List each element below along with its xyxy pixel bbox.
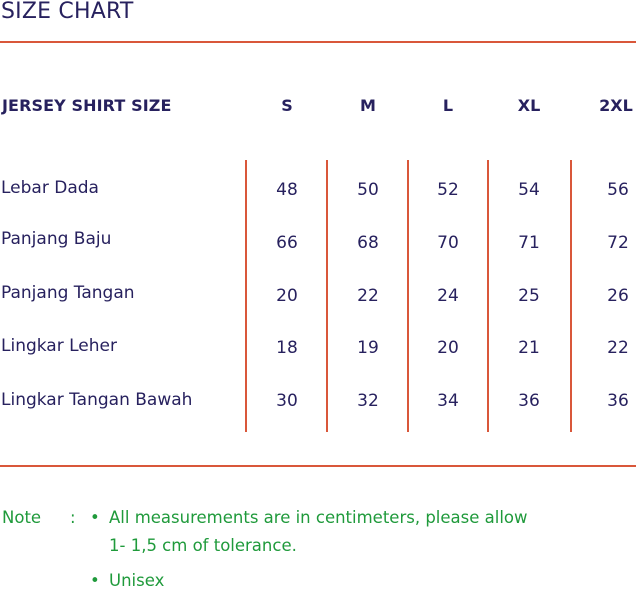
column-divider [326, 160, 328, 432]
table-cell: 18 [276, 338, 298, 358]
note-item-measurements: All measurements are in centimeters, ple… [109, 508, 528, 527]
row-label-lingkar-leher: Lingkar Leher [1, 336, 117, 356]
table-cell: 30 [276, 391, 298, 411]
table-cell: 22 [607, 338, 629, 358]
top-divider [0, 41, 636, 43]
row-label-lingkar-tangan-bawah: Lingkar Tangan Bawah [1, 390, 193, 410]
table-cell: 21 [518, 338, 540, 358]
table-cell: 36 [607, 391, 629, 411]
table-cell: 48 [276, 180, 298, 200]
bottom-divider [0, 465, 636, 467]
table-cell: 54 [518, 180, 540, 200]
table-cell: 24 [437, 286, 459, 306]
table-cell: 72 [607, 233, 629, 253]
row-label-panjang-tangan: Panjang Tangan [1, 283, 135, 303]
table-cell: 26 [607, 286, 629, 306]
table-cell: 19 [357, 338, 379, 358]
table-cell: 68 [357, 233, 379, 253]
bullet-icon: • [90, 508, 100, 527]
bullet-icon: • [90, 571, 100, 590]
size-header-xl: XL [517, 96, 541, 115]
size-header-m: M [360, 96, 376, 115]
table-cell: 22 [357, 286, 379, 306]
note-item-unisex: Unisex [109, 571, 165, 590]
note-item-tolerance: 1- 1,5 cm of tolerance. [109, 536, 297, 555]
table-cell: 52 [437, 180, 459, 200]
page-title: SIZE CHART [1, 0, 134, 24]
size-header-2xl: 2XL [599, 96, 633, 115]
table-cell: 36 [518, 391, 540, 411]
note-label: Note [2, 508, 42, 527]
table-cell: 71 [518, 233, 540, 253]
table-cell: 56 [607, 180, 629, 200]
table-cell: 34 [437, 391, 459, 411]
table-cell: 25 [518, 286, 540, 306]
size-header-l: L [442, 96, 454, 115]
table-cell: 32 [357, 391, 379, 411]
row-label-lebar-dada: Lebar Dada [1, 178, 99, 198]
column-divider [245, 160, 247, 432]
column-divider [407, 160, 409, 432]
column-divider [487, 160, 489, 432]
table-cell: 20 [276, 286, 298, 306]
table-cell: 70 [437, 233, 459, 253]
table-cell: 66 [276, 233, 298, 253]
size-header-s: S [281, 96, 293, 115]
table-header-label: JERSEY SHIRT SIZE [2, 96, 172, 115]
column-divider [570, 160, 572, 432]
table-cell: 20 [437, 338, 459, 358]
table-cell: 50 [357, 180, 379, 200]
note-colon: : [70, 508, 76, 527]
row-label-panjang-baju: Panjang Baju [1, 229, 112, 249]
